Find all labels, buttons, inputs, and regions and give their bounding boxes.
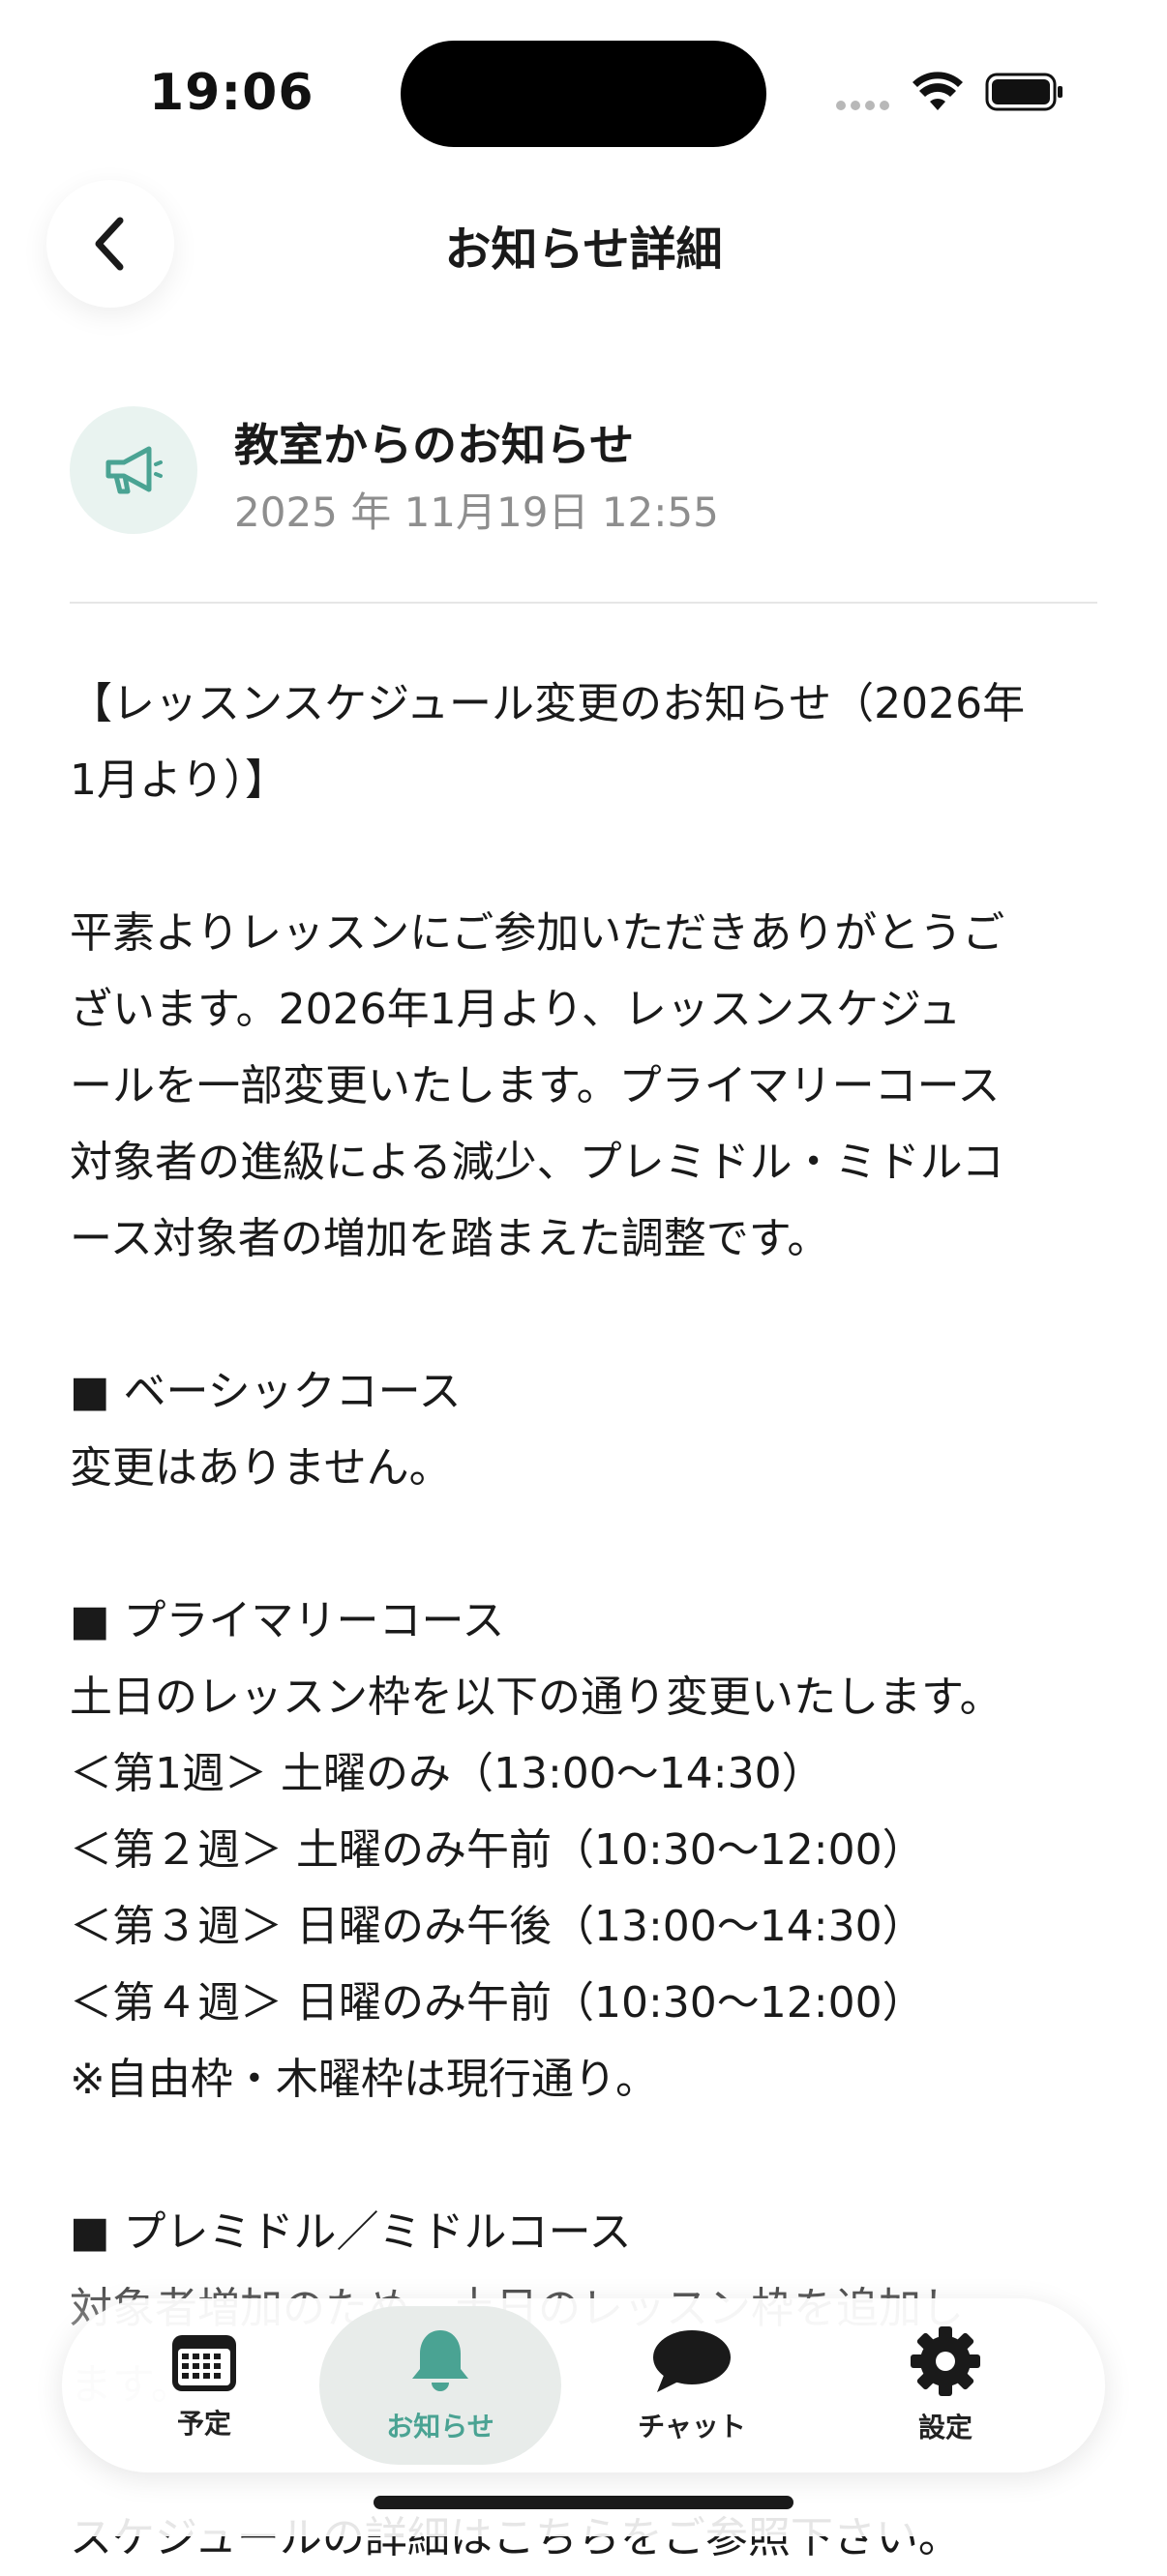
notice-body-line: 1月より）】 (70, 755, 288, 805)
cellular-signal-icon (836, 101, 889, 110)
megaphone-icon (105, 446, 163, 494)
notice-body-line: ース対象者の増加を踏まえた調整です。 (70, 1214, 830, 1263)
tab-chat[interactable]: チャット (571, 2306, 813, 2465)
tab-schedule[interactable]: 予定 (83, 2306, 325, 2465)
notice-body-line: 土日のレッスン枠を以下の通り変更いたします。 (70, 1673, 1002, 1722)
notice-body-line: ールを一部変更いたします。プライマリーコース (70, 1061, 1001, 1110)
notice-sender: 教室からのお知らせ (234, 419, 635, 471)
calendar-icon (172, 2335, 236, 2391)
notice-body-line: ＜第1週＞ 土曜のみ（13:00〜14:30） (70, 1749, 824, 1798)
chat-bubble-icon (653, 2330, 731, 2392)
bell-icon (412, 2330, 468, 2391)
tab-label: チャット (638, 2411, 746, 2443)
notice-body-line: 変更はありません。 (70, 1443, 452, 1493)
notice-body-line: 対象者の進級による減少、プレミドル・ミドルコ (70, 1138, 1004, 1187)
tab-notices[interactable]: お知らせ (319, 2306, 561, 2465)
notice-date: 2025 年 11月19日 12:55 (234, 489, 719, 536)
status-time: 19:06 (149, 64, 314, 122)
notice-body-line: ＜第３週＞ 日曜のみ午後（13:00〜14:30） (70, 1902, 925, 1951)
notice-body-line: ＜第４週＞ 日曜のみ午前（10:30〜12:00） (70, 1978, 925, 2028)
notice-body-line: 平素よりレッスンにご参加いただきありがとうご (70, 908, 1005, 958)
tab-label: お知らせ (386, 2411, 494, 2443)
gear-icon (911, 2326, 980, 2396)
notice-body-line: ざいます。2026年1月より、レッスンスケジュ (70, 985, 961, 1034)
notice-category-badge (70, 406, 197, 534)
tab-settings[interactable]: 設定 (824, 2306, 1066, 2465)
notice-body-line: 【レッスンスケジュール変更のお知らせ（2026年 (70, 679, 1026, 728)
divider (70, 602, 1097, 604)
page-title: お知らせ詳細 (444, 222, 723, 277)
notice-body-line: ■ ベーシックコース (70, 1367, 462, 1416)
dynamic-island (401, 41, 766, 147)
notice-body-line: ※自由枠・木曜枠は現行通り。 (70, 2055, 658, 2104)
tab-label: 予定 (176, 2408, 231, 2440)
notice-body-line: ■ プライマリーコース (70, 1596, 505, 1645)
notice-body-line: ＜第２週＞ 土曜のみ午前（10:30〜12:00） (70, 1825, 925, 1875)
tab-label: 設定 (917, 2412, 972, 2443)
wifi-icon (913, 72, 963, 110)
home-indicator (374, 2496, 793, 2509)
tab-bar: 予定 お知らせ チャット 設定 (62, 2298, 1105, 2472)
battery-icon (985, 73, 1062, 111)
